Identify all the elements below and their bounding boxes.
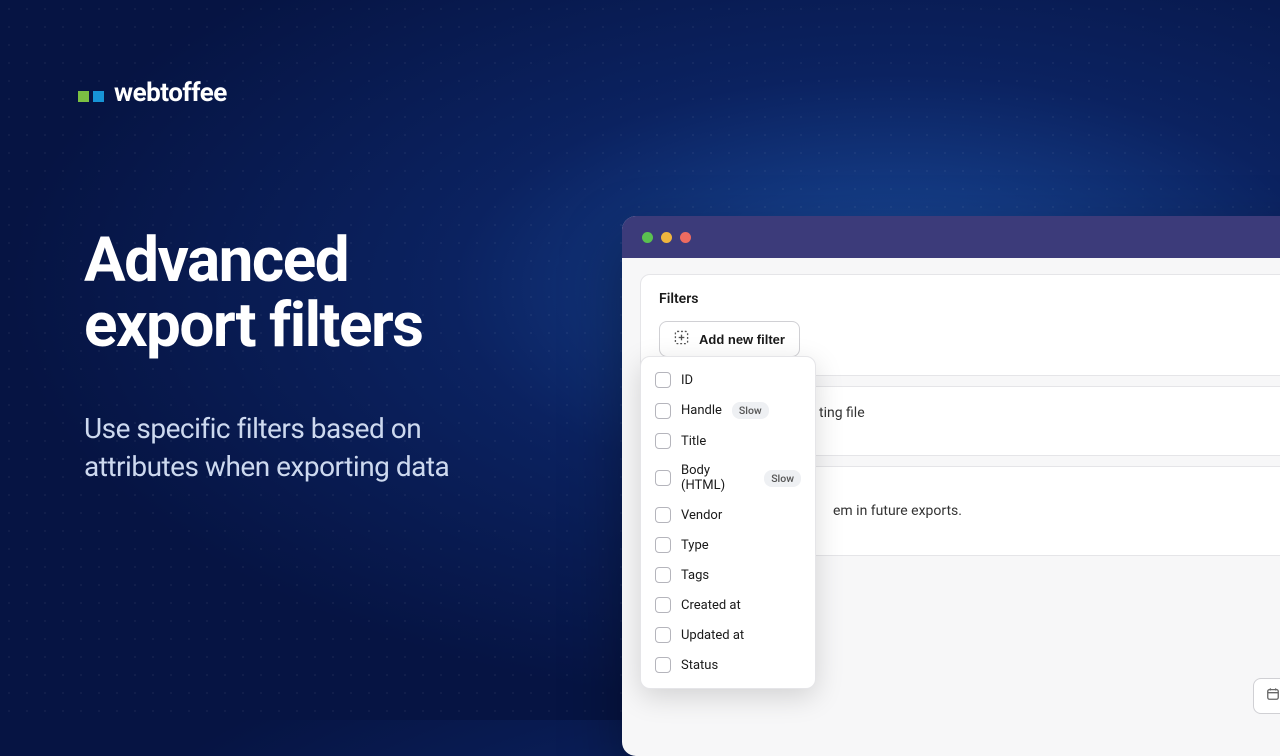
slow-badge: Slow [764, 470, 801, 487]
partial-text-2: em in future exports. [833, 503, 962, 519]
filter-option[interactable]: Handle Slow [641, 395, 815, 426]
checkbox-icon[interactable] [655, 470, 671, 486]
traffic-light-close-icon[interactable] [642, 232, 653, 243]
filter-option[interactable]: Title [641, 426, 815, 456]
schedule-button[interactable]: Sc [1253, 678, 1280, 714]
filter-dropdown: ID Handle Slow Title Body (HTML) Slow Vendor Ty… [640, 356, 816, 689]
checkbox-icon[interactable] [655, 403, 671, 419]
filter-option[interactable]: Vendor [641, 500, 815, 530]
brand-name: webtoffee [114, 78, 227, 108]
filter-option-label: ID [681, 373, 693, 388]
checkbox-icon[interactable] [655, 433, 671, 449]
traffic-light-max-icon[interactable] [680, 232, 691, 243]
filter-option[interactable]: ID [641, 365, 815, 395]
hero-title-line2: export filters [84, 293, 423, 358]
checkbox-icon[interactable] [655, 507, 671, 523]
filter-option-label: Vendor [681, 508, 722, 523]
filter-option[interactable]: Created at [641, 590, 815, 620]
hero-title: Advanced export filters [84, 228, 423, 358]
filter-option[interactable]: Type [641, 530, 815, 560]
checkbox-icon[interactable] [655, 597, 671, 613]
filter-option[interactable]: Updated at [641, 620, 815, 650]
checkbox-icon[interactable] [655, 627, 671, 643]
filters-title: Filters [659, 291, 1280, 307]
filter-option[interactable]: Status [641, 650, 815, 680]
hero-title-line1: Advanced [84, 228, 423, 293]
filter-option[interactable]: Tags [641, 560, 815, 590]
app-window: Filters Add new filter ting file em in f… [622, 216, 1280, 756]
hero-sub-line1: Use specific filters based on [84, 410, 449, 448]
filter-option[interactable]: Body (HTML) Slow [641, 456, 815, 500]
filter-option-label: Updated at [681, 628, 744, 643]
filter-option-label: Tags [681, 568, 709, 583]
checkbox-icon[interactable] [655, 567, 671, 583]
window-titlebar [622, 216, 1280, 258]
hero-subtitle: Use specific filters based on attributes… [84, 410, 449, 486]
hero-sub-line2: attributes when exporting data [84, 448, 449, 486]
logo-icon [78, 85, 104, 102]
add-filter-label: Add new filter [699, 332, 785, 347]
filter-option-label: Status [681, 658, 718, 673]
traffic-light-min-icon[interactable] [661, 232, 672, 243]
checkbox-icon[interactable] [655, 537, 671, 553]
filter-option-label: Handle [681, 403, 722, 418]
add-filter-icon [674, 330, 689, 348]
partial-text-1: ting file [819, 405, 865, 421]
calendar-icon [1266, 687, 1280, 705]
filter-option-label: Body (HTML) [681, 463, 754, 493]
checkbox-icon[interactable] [655, 657, 671, 673]
filter-option-label: Title [681, 434, 706, 449]
filter-option-label: Created at [681, 598, 741, 613]
add-filter-button[interactable]: Add new filter [659, 321, 800, 357]
checkbox-icon[interactable] [655, 372, 671, 388]
filter-option-label: Type [681, 538, 709, 553]
slow-badge: Slow [732, 402, 769, 419]
brand-logo: webtoffee [78, 78, 227, 108]
